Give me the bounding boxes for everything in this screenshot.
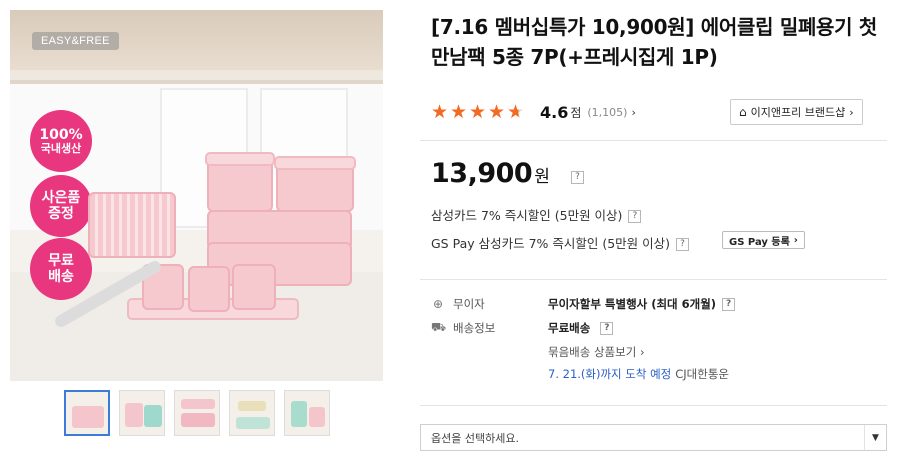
thumbnail-3[interactable] [174,390,220,436]
product-cup [232,264,276,310]
free-shipping-value: 무료배송? [548,320,614,336]
arrival-date: 7. 21.(화)까지 도착 예정 [548,367,672,381]
discount-gspay: GS Pay 삼성카드 7% 즉시할인 (5만원 이상)? [431,233,690,252]
badge-free-shipping: 무료 배송 [30,238,92,300]
bundle-shipping-link[interactable]: 묶음배송 상품보기 › [548,344,645,360]
thumbnail-4[interactable] [229,390,275,436]
rating-stars: ★ ★ ★ ★ ★ [431,100,526,123]
brand-shop-label: 이지앤프리 브랜드샵 [750,106,846,119]
gspay-register-button[interactable]: GS Pay 등록 › [722,231,805,249]
review-count-link[interactable]: (1,105) [587,106,627,119]
product-cup [188,266,230,312]
product-main-image[interactable]: EASY&FREE 100% 국내생산 사은품 증정 무료 배송 [10,10,383,381]
shipping-help-icon[interactable]: ? [600,321,614,335]
price-help-icon[interactable]: ? [571,171,584,184]
shipping-label: ⛟ 배송정보 [431,320,496,335]
rating-unit: 점 [570,105,582,120]
star-icon: ★ [450,100,468,123]
carrier-name: CJ대한통운 [675,367,730,381]
installment-value: 무이자할부 특별행사 (최대 6개월)? [548,296,736,312]
product-price: 13,900 원 [431,158,550,189]
price-amount: 13,900 [431,158,533,189]
arrival-info: 7. 21.(화)까지 도착 예정 CJ대한통운 [548,366,729,382]
installment-icon: ⊕ [432,297,444,311]
home-icon: ⌂ [739,105,747,119]
chevron-right-icon: › [849,105,854,119]
star-icon: ★ [431,100,449,123]
chevron-down-icon[interactable]: ▼ [864,425,886,450]
price-unit: 원 [534,167,550,187]
chevron-right-icon: › [793,234,798,246]
image-brand-tag: EASY&FREE [32,32,119,50]
divider [420,140,887,141]
star-icon: ★ [488,100,506,123]
star-icon: ★ [469,100,487,123]
option-select-placeholder: 옵션을 선택하세요. [431,431,519,445]
star-half-icon: ★ [507,100,525,123]
rating-score: 4.6 [540,102,569,122]
discount-help-icon[interactable]: ? [628,210,642,223]
divider [420,279,887,280]
product-lid [205,152,275,166]
brand-shop-button[interactable]: ⌂ 이지앤프리 브랜드샵 › [730,99,863,125]
product-container [207,160,273,212]
installment-help-icon[interactable]: ? [722,297,736,311]
divider [420,405,887,406]
installment-label: ⊕ 무이자 [432,297,485,311]
product-title: [7.16 멤버십특가 10,900원] 에어클립 밀폐용기 첫만남팩 5종 7… [431,15,878,69]
option-select-dropdown[interactable]: 옵션을 선택하세요. ▼ [420,424,887,451]
discount-samsung: 삼성카드 7% 즉시할인 (5만원 이상)? [431,205,642,224]
thumbnail-2[interactable] [119,390,165,436]
product-lid [274,156,356,170]
badge-domestic: 100% 국내생산 [30,110,92,172]
chevron-right-icon[interactable]: › [631,106,635,119]
thumbnail-5[interactable] [284,390,330,436]
thumbnail-1[interactable] [64,390,110,436]
discount-help-icon[interactable]: ? [676,238,690,251]
truck-icon: ⛟ [431,320,447,334]
thumbnail-strip [64,390,330,436]
product-basket [88,192,176,258]
badge-gift: 사은품 증정 [30,175,92,237]
